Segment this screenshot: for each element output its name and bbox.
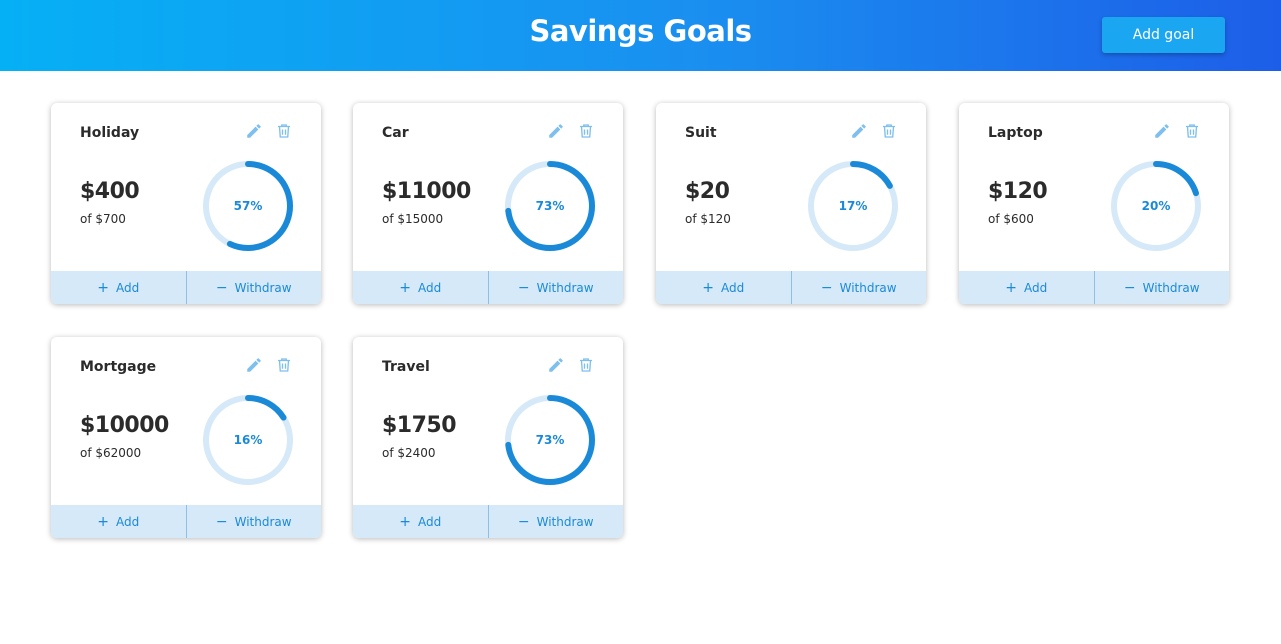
app-header: Savings Goals Add goal <box>0 0 1281 71</box>
withdraw-button[interactable]: − Withdraw <box>185 505 322 538</box>
trash-icon[interactable] <box>577 122 595 140</box>
goal-name: Travel <box>382 359 430 375</box>
saved-amount: $400 <box>80 179 140 204</box>
progress-ring: 73% <box>503 393 597 487</box>
target-amount: of $15000 <box>382 212 444 226</box>
progress-percent: 17% <box>838 199 868 213</box>
goal-name: Holiday <box>80 125 140 141</box>
pencil-icon[interactable] <box>245 356 263 374</box>
withdraw-button[interactable]: − Withdraw <box>487 271 624 304</box>
card-actions: + Add − Withdraw <box>959 271 1229 304</box>
progress-percent: 57% <box>233 199 263 213</box>
target-amount: of $2400 <box>382 446 436 460</box>
add-funds-button[interactable]: + Add <box>656 271 791 304</box>
withdraw-button[interactable]: − Withdraw <box>185 271 322 304</box>
withdraw-label: Withdraw <box>536 514 594 529</box>
goal-card: Laptop $120 of $600 20% + Add − Withdraw <box>959 103 1229 304</box>
card-actions: + Add − Withdraw <box>353 505 623 538</box>
withdraw-button[interactable]: − Withdraw <box>790 271 927 304</box>
pencil-icon[interactable] <box>547 356 565 374</box>
pencil-icon[interactable] <box>245 122 263 140</box>
goal-name: Car <box>382 125 409 141</box>
goal-card: Mortgage $10000 of $62000 16% + Add − With… <box>51 337 321 538</box>
plus-icon: + <box>97 279 109 296</box>
progress-ring: 16% <box>201 393 295 487</box>
progress-ring: 17% <box>806 159 900 253</box>
withdraw-label: Withdraw <box>1142 280 1200 295</box>
page-title: Savings Goals <box>529 14 752 48</box>
plus-icon: + <box>1005 279 1017 296</box>
minus-icon: − <box>820 279 833 296</box>
pencil-icon[interactable] <box>1153 122 1171 140</box>
add-funds-button[interactable]: + Add <box>353 505 488 538</box>
pencil-icon[interactable] <box>850 122 868 140</box>
target-amount: of $62000 <box>80 446 142 460</box>
minus-icon: − <box>517 279 530 296</box>
saved-amount: $10000 <box>80 413 169 438</box>
add-label: Add <box>116 280 140 295</box>
withdraw-label: Withdraw <box>536 280 594 295</box>
goal-name: Suit <box>685 125 717 141</box>
add-label: Add <box>116 514 140 529</box>
saved-amount: $20 <box>685 179 730 204</box>
progress-ring: 57% <box>201 159 295 253</box>
add-goal-button[interactable]: Add goal <box>1102 17 1225 53</box>
plus-icon: + <box>702 279 714 296</box>
saved-amount: $11000 <box>382 179 471 204</box>
add-label: Add <box>418 514 442 529</box>
progress-ring: 20% <box>1109 159 1203 253</box>
withdraw-button[interactable]: − Withdraw <box>487 505 624 538</box>
target-amount: of $600 <box>988 212 1034 226</box>
goal-card: Holiday $400 of $700 57% + Add − Withdraw <box>51 103 321 304</box>
goal-card: Travel $1750 of $2400 73% + Add − Withdraw <box>353 337 623 538</box>
card-actions: + Add − Withdraw <box>656 271 926 304</box>
plus-icon: + <box>399 513 411 530</box>
progress-percent: 73% <box>535 433 565 447</box>
pencil-icon[interactable] <box>547 122 565 140</box>
saved-amount: $120 <box>988 179 1048 204</box>
plus-icon: + <box>97 513 109 530</box>
goal-name: Mortgage <box>80 359 157 375</box>
progress-ring: 73% <box>503 159 597 253</box>
minus-icon: − <box>215 279 228 296</box>
progress-percent: 16% <box>233 433 263 447</box>
card-actions: + Add − Withdraw <box>353 271 623 304</box>
trash-icon[interactable] <box>275 356 293 374</box>
trash-icon[interactable] <box>577 356 595 374</box>
minus-icon: − <box>215 513 228 530</box>
withdraw-label: Withdraw <box>234 514 292 529</box>
withdraw-button[interactable]: − Withdraw <box>1093 271 1230 304</box>
saved-amount: $1750 <box>382 413 457 438</box>
trash-icon[interactable] <box>1183 122 1201 140</box>
withdraw-label: Withdraw <box>839 280 897 295</box>
add-funds-button[interactable]: + Add <box>353 271 488 304</box>
progress-percent: 73% <box>535 199 565 213</box>
add-funds-button[interactable]: + Add <box>959 271 1094 304</box>
add-funds-button[interactable]: + Add <box>51 505 186 538</box>
progress-percent: 20% <box>1141 199 1171 213</box>
add-funds-button[interactable]: + Add <box>51 271 186 304</box>
target-amount: of $120 <box>685 212 731 226</box>
add-label: Add <box>1024 280 1048 295</box>
add-label: Add <box>721 280 745 295</box>
card-actions: + Add − Withdraw <box>51 505 321 538</box>
trash-icon[interactable] <box>275 122 293 140</box>
minus-icon: − <box>1123 279 1136 296</box>
goal-name: Laptop <box>988 125 1043 141</box>
target-amount: of $700 <box>80 212 126 226</box>
goal-card: Suit $20 of $120 17% + Add − Withdraw <box>656 103 926 304</box>
withdraw-label: Withdraw <box>234 280 292 295</box>
minus-icon: − <box>517 513 530 530</box>
add-label: Add <box>418 280 442 295</box>
goal-card: Car $11000 of $15000 73% + Add − Withdraw <box>353 103 623 304</box>
trash-icon[interactable] <box>880 122 898 140</box>
card-actions: + Add − Withdraw <box>51 271 321 304</box>
plus-icon: + <box>399 279 411 296</box>
